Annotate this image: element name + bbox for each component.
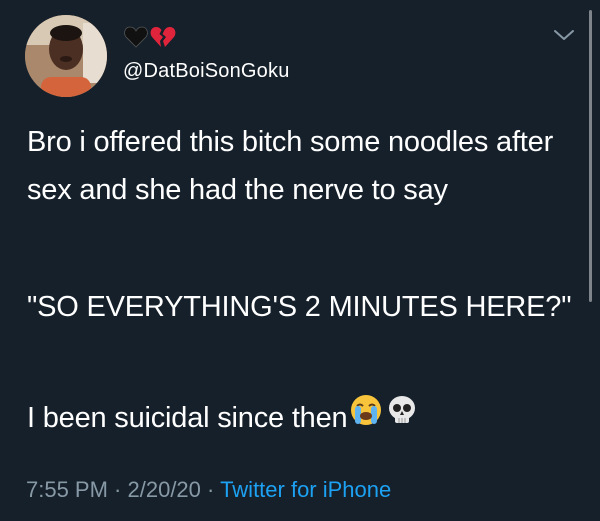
black-heart-icon: [124, 26, 148, 53]
tweet-paragraph-2: "SO EVERYTHING'S 2 MINUTES HERE?": [27, 291, 572, 323]
skull-icon: [385, 393, 419, 442]
tweet-source-link[interactable]: Twitter for iPhone: [220, 477, 391, 502]
avatar[interactable]: [25, 15, 107, 97]
tweet-date[interactable]: 2/20/20: [128, 477, 201, 502]
tweet-metadata: 7:55 PM · 2/20/20 · Twitter for iPhone: [26, 477, 391, 503]
meta-separator: ·: [200, 477, 221, 502]
scrollbar[interactable]: [589, 10, 592, 302]
chevron-down-icon[interactable]: [553, 28, 575, 42]
display-name[interactable]: [124, 25, 176, 54]
tweet-paragraph-3-text: I been suicidal since then: [27, 401, 348, 434]
loudly-crying-face-icon: [349, 393, 383, 442]
broken-heart-icon: [150, 25, 176, 54]
meta-separator: ·: [107, 477, 128, 502]
user-handle[interactable]: @DatBoiSonGoku: [123, 60, 290, 83]
tweet-card: @DatBoiSonGoku Bro i offered this bitch …: [0, 0, 600, 521]
tweet-paragraph-1: Bro i offered this bitch some noodles af…: [27, 126, 554, 206]
tweet-time[interactable]: 7:55 PM: [26, 477, 108, 502]
tweet-paragraph-3: I been suicidal since then: [27, 393, 587, 442]
